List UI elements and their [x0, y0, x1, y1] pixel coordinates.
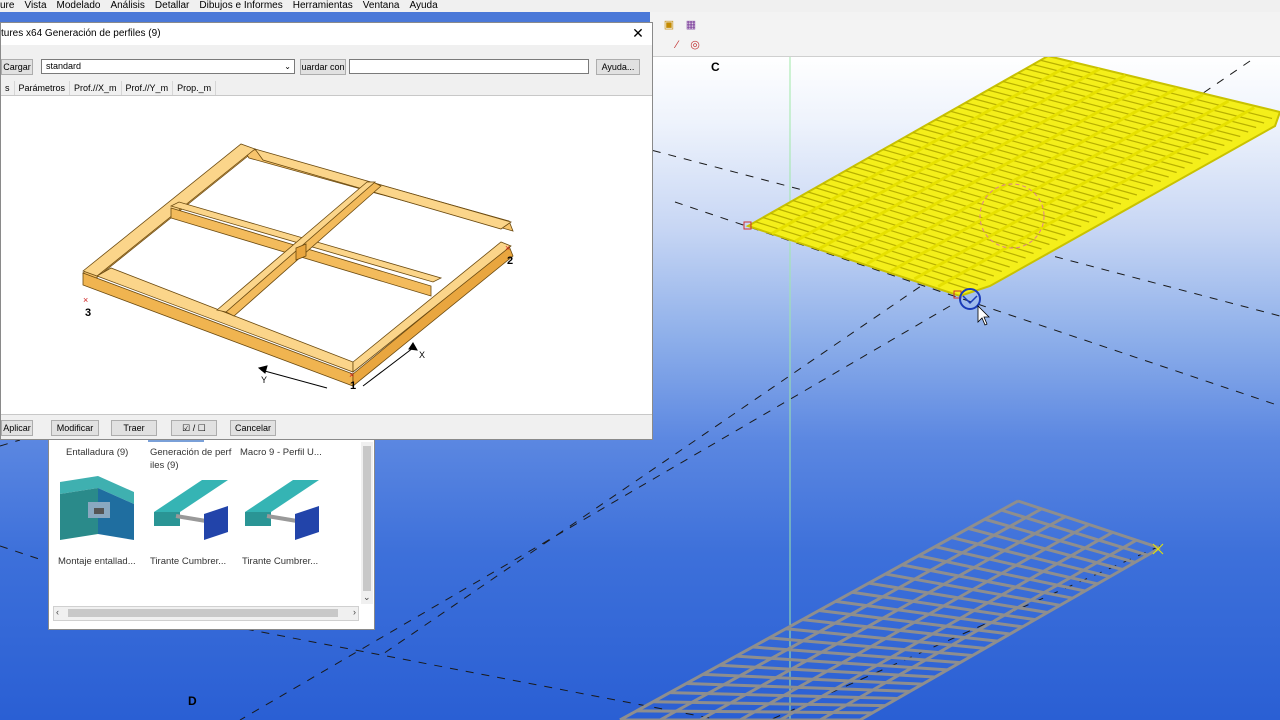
frame-flange	[253, 148, 512, 230]
toolbar: ▣ ▦ ⁄ ◎	[650, 12, 1280, 57]
catalog-item-label[interactable]: Montaje entallad...	[58, 555, 146, 568]
close-icon[interactable]: ✕	[630, 25, 646, 41]
help-button[interactable]: Ayuda...	[596, 59, 640, 75]
frame-flange	[96, 267, 354, 373]
checkbox-toggle-separator: /	[192, 423, 196, 433]
svg-text:×: ×	[505, 243, 510, 253]
grating-crossbar	[739, 523, 1090, 720]
load-button[interactable]: Cargar	[1, 59, 33, 75]
profile-generation-dialog: tures x64 Generación de perfiles (9) ✕ C…	[0, 22, 653, 440]
svg-text:×: ×	[83, 295, 88, 305]
menu-bar: ure Vista Modelado Análisis Detallar Dib…	[0, 0, 1280, 12]
snap-point-icon[interactable]: ◎	[688, 38, 702, 52]
grid-tool-icon[interactable]: ▦	[684, 18, 698, 32]
cancel-button[interactable]: Cancelar	[230, 420, 276, 436]
grating-floor	[619, 499, 1161, 720]
save-as-button[interactable]: uardar con	[300, 59, 346, 75]
menu-item-drawings[interactable]: Dibujos e Informes	[194, 0, 287, 12]
modify-button[interactable]: Modificar	[51, 420, 99, 436]
menu-item-help[interactable]: Ayuda	[405, 0, 443, 12]
toggle-checkboxes-button[interactable]: ☑ / ☐	[171, 420, 217, 436]
catalog-item-label[interactable]: Entalladura (9)	[66, 446, 154, 459]
tab-s[interactable]: s	[1, 81, 15, 95]
ridge-tie-icon[interactable]	[243, 476, 321, 552]
dialog-title-bar: tures x64 Generación de perfiles (9) ✕	[1, 23, 652, 45]
axis-label-y: Y	[261, 375, 267, 385]
frame-beam	[82, 272, 354, 387]
ridge-tie-icon[interactable]	[152, 476, 230, 552]
menu-item-view[interactable]: Vista	[19, 0, 51, 12]
menu-item-analysis[interactable]: Análisis	[105, 0, 149, 12]
chevron-down-icon: ⌄	[284, 62, 291, 71]
axis-label-x: X	[419, 350, 425, 360]
menu-item-tools[interactable]: Herramientas	[288, 0, 358, 12]
frame-flange	[82, 143, 256, 277]
horizontal-scrollbar[interactable]: ‹ ›	[53, 606, 359, 621]
menu-item-modeling[interactable]: Modelado	[52, 0, 106, 12]
tab-properties[interactable]: Prop._m	[173, 81, 217, 95]
point-label-1: 1	[350, 380, 356, 392]
svg-text:×: ×	[349, 370, 354, 380]
get-button[interactable]: Traer	[111, 420, 157, 436]
point-label-2: 2	[507, 255, 513, 267]
catalog-item-label[interactable]: Generación de perf iles (9)	[150, 446, 240, 472]
scroll-down-icon[interactable]: ⌄	[363, 592, 371, 603]
preset-value: standard	[46, 61, 82, 71]
save-as-input[interactable]	[349, 59, 589, 74]
notch-assembly-icon[interactable]	[58, 474, 136, 550]
scroll-left-icon[interactable]: ‹	[56, 607, 59, 617]
tab-profile-x[interactable]: Prof.//X_m	[70, 81, 122, 95]
tab-profile-y[interactable]: Prof.//Y_m	[122, 81, 174, 95]
grid-line	[0, 439, 21, 447]
scroll-right-icon[interactable]: ›	[353, 607, 356, 617]
catalog-item-label[interactable]: Tirante Cumbrer...	[242, 555, 330, 568]
menu-item-window[interactable]: Ventana	[358, 0, 405, 12]
checkbox-empty-icon: ☐	[197, 423, 206, 433]
frame-beam	[352, 245, 514, 387]
selected-grating[interactable]	[743, 56, 1280, 299]
menu-item[interactable]: ure	[0, 0, 19, 12]
selected-item-marker	[148, 440, 204, 442]
catalog-item-label[interactable]: Macro 9 - Perfil U...	[240, 446, 328, 459]
grid-line	[0, 545, 46, 562]
dialog-tabs: s Parámetros Prof.//X_m Prof.//Y_m Prop.…	[1, 81, 217, 95]
preview-area: × × × 1 2 3 X Y	[1, 95, 652, 415]
cross-beam	[216, 181, 377, 313]
component-catalog: Entalladura (9) Generación de perf iles …	[48, 439, 375, 630]
vertical-scrollbar[interactable]: ⌄	[361, 442, 373, 604]
grid-label-c: C	[711, 60, 720, 74]
catalog-item-label[interactable]: Tirante Cumbrer...	[150, 555, 238, 568]
checkbox-checked-icon: ☑	[182, 423, 191, 433]
menu-item-detail[interactable]: Detallar	[150, 0, 194, 12]
folder-icon[interactable]: ▣	[662, 18, 676, 32]
frame-preview-diagram: × × × 1 2 3 X Y	[82, 143, 514, 392]
preset-select[interactable]: standard ⌄	[41, 59, 295, 74]
point-label-3: 3	[85, 307, 91, 319]
scroll-thumb[interactable]	[363, 446, 371, 591]
scroll-thumb[interactable]	[68, 609, 338, 617]
snap-line-icon[interactable]: ⁄	[670, 38, 684, 52]
dialog-title: tures x64 Generación de perfiles (9)	[1, 28, 161, 39]
tab-parameters[interactable]: Parámetros	[15, 81, 71, 95]
grid-label-d: D	[188, 694, 197, 708]
apply-button[interactable]: Aplicar	[1, 420, 33, 436]
